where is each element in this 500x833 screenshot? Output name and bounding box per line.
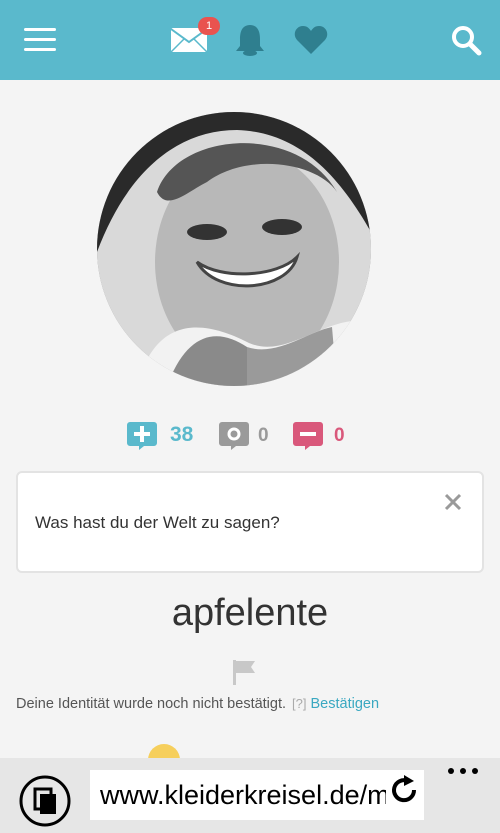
heart-icon[interactable] <box>294 24 328 56</box>
negative-count: 0 <box>334 425 345 446</box>
bell-icon[interactable] <box>232 22 268 58</box>
confirm-identity-link[interactable]: Bestätigen <box>311 696 380 712</box>
address-bar[interactable]: www.kleiderkreisel.de/mi <box>90 770 424 820</box>
negative-feedback-icon[interactable] <box>292 419 324 451</box>
search-icon[interactable] <box>450 24 482 56</box>
top-nav-bar: 1 <box>0 0 500 80</box>
neutral-feedback-icon[interactable] <box>218 419 250 451</box>
url-text[interactable]: www.kleiderkreisel.de/mi <box>100 780 396 811</box>
mail-badge: 1 <box>198 17 220 35</box>
positive-feedback-icon[interactable] <box>126 419 158 451</box>
neutral-count: 0 <box>258 425 269 446</box>
menu-icon[interactable] <box>24 28 56 52</box>
positive-count: 38 <box>170 423 194 446</box>
help-link[interactable]: [?] <box>292 696 306 711</box>
flag-icon[interactable] <box>230 658 258 686</box>
tabs-icon[interactable] <box>18 774 72 828</box>
status-prompt[interactable]: Was hast du der Welt zu sagen? <box>35 513 280 533</box>
identity-notice: Deine Identität wurde noch nicht bestäti… <box>16 696 379 712</box>
more-options-icon[interactable] <box>446 764 480 778</box>
profile-avatar[interactable] <box>97 112 371 386</box>
browser-bar: www.kleiderkreisel.de/mi <box>0 758 500 833</box>
close-icon[interactable] <box>444 493 462 511</box>
rating-stats: 38 0 0 <box>126 419 366 453</box>
profile-username: apfelente <box>171 592 329 634</box>
status-input-box[interactable]: Was hast du der Welt zu sagen? <box>16 471 484 573</box>
reload-icon[interactable] <box>386 772 422 808</box>
identity-text: Deine Identität wurde noch nicht bestäti… <box>16 696 287 712</box>
